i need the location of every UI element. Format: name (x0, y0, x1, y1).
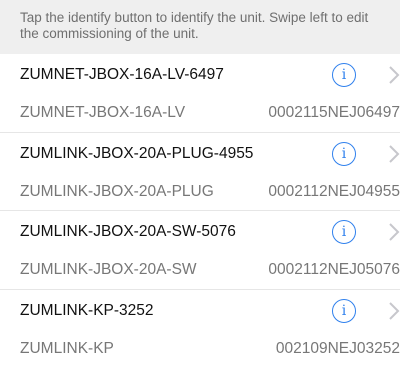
unit-list: ZUMNET-JBOX-16A-LV-6497 i ZUMNET-JBOX-16… (0, 54, 400, 367)
unit-model: ZUMLINK-KP (20, 339, 114, 357)
unit-serial: 0002115NEJ06497 (268, 104, 400, 121)
info-banner: Tap the identify button to identify the … (0, 0, 400, 54)
identify-info-icon[interactable]: i (332, 63, 356, 87)
chevron-right-icon[interactable] (388, 144, 400, 164)
identify-info-icon[interactable]: i (332, 298, 356, 323)
chevron-right-icon[interactable] (388, 65, 400, 85)
unit-commissioning-screen: Tap the identify button to identify the … (0, 0, 400, 367)
unit-name: ZUMLINK-KP-3252 (20, 301, 154, 319)
identify-info-icon[interactable]: i (332, 141, 356, 166)
unit-serial: 002109NEJ03252 (275, 339, 400, 357)
unit-row[interactable]: ZUMLINK-KP-3252 i ZUMLINK-KP 002109NEJ03… (0, 290, 400, 367)
unit-name: ZUMLINK-JBOX-20A-PLUG-4955 (20, 144, 254, 162)
unit-serial: 0002112NEJ05076 (268, 261, 400, 278)
unit-model: ZUMLINK-JBOX-20A-PLUG (20, 182, 214, 200)
unit-name: ZUMNET-JBOX-16A-LV-6497 (20, 66, 224, 83)
unit-serial: 0002112NEJ04955 (268, 182, 400, 200)
unit-row[interactable]: ZUMLINK-JBOX-20A-PLUG-4955 i ZUMLINK-JBO… (0, 133, 400, 211)
unit-model: ZUMLINK-JBOX-20A-SW (20, 261, 197, 278)
unit-model: ZUMNET-JBOX-16A-LV (20, 104, 186, 121)
unit-name: ZUMLINK-JBOX-20A-SW-5076 (20, 223, 236, 240)
identify-info-icon[interactable]: i (332, 220, 356, 244)
unit-row[interactable]: ZUMLINK-JBOX-20A-SW-5076 i ZUMLINK-JBOX-… (0, 211, 400, 290)
unit-row[interactable]: ZUMNET-JBOX-16A-LV-6497 i ZUMNET-JBOX-16… (0, 54, 400, 133)
chevron-right-icon[interactable] (388, 222, 400, 242)
chevron-right-icon[interactable] (388, 301, 400, 321)
info-banner-text: Tap the identify button to identify the … (20, 10, 369, 41)
